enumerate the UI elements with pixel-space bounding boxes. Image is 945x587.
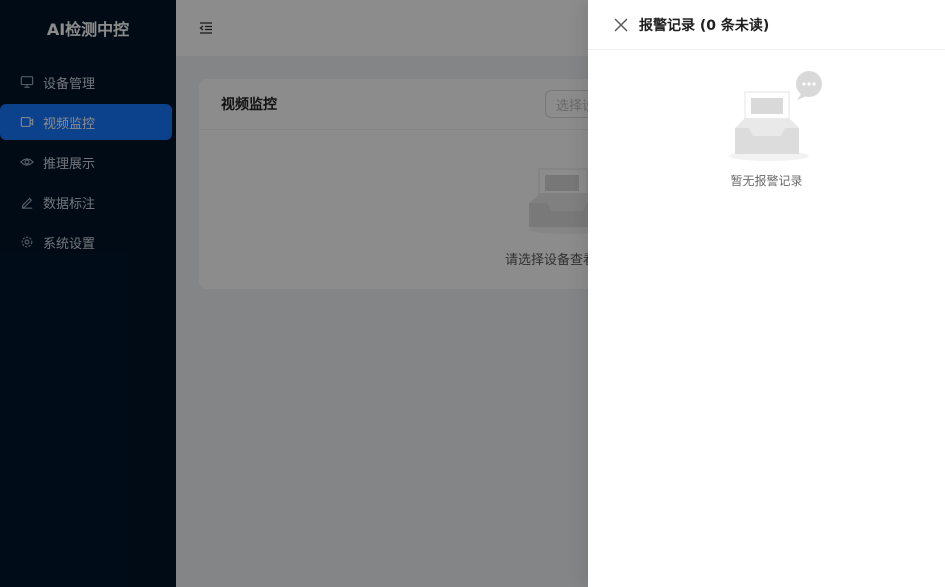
close-icon <box>614 18 628 31</box>
drawer-header: 报警记录 (0 条未读) <box>588 0 945 50</box>
drawer-title: 报警记录 (0 条未读) <box>639 17 770 34</box>
empty-inbox-icon <box>729 71 822 161</box>
drawer-empty-text: 暂无报警记录 <box>730 174 803 188</box>
alarm-records-drawer: 报警记录 (0 条未读) 暂无报警记录 <box>588 0 945 587</box>
close-button[interactable] <box>613 17 629 33</box>
